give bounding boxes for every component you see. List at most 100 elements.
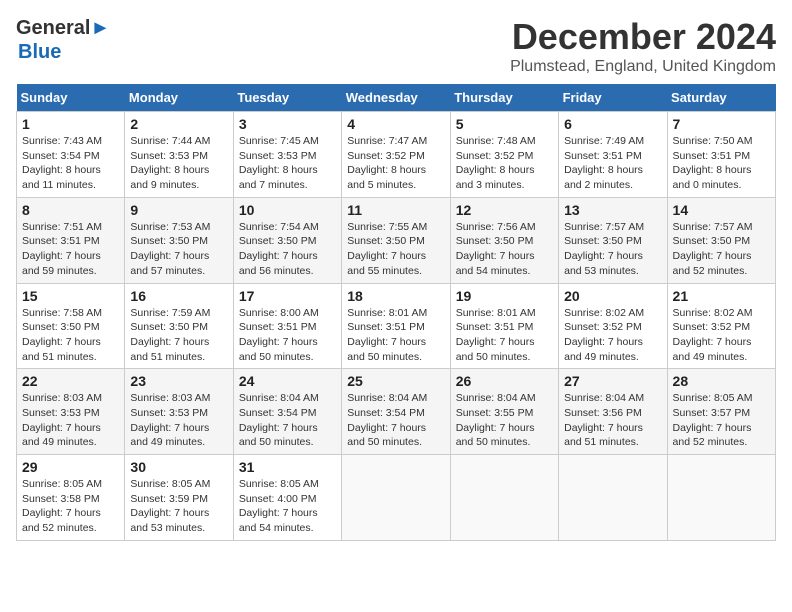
day-number: 16 (130, 288, 227, 304)
logo: General► Blue (16, 16, 110, 64)
table-row: 24 Sunrise: 8:04 AMSunset: 3:54 PMDayligh… (233, 369, 341, 455)
day-detail: Sunrise: 7:53 AMSunset: 3:50 PMDaylight:… (130, 220, 227, 279)
subtitle: Plumstead, England, United Kingdom (510, 58, 776, 76)
day-detail: Sunrise: 7:49 AMSunset: 3:51 PMDaylight:… (564, 134, 661, 193)
day-detail: Sunrise: 7:58 AMSunset: 3:50 PMDaylight:… (22, 306, 119, 365)
day-number: 25 (347, 373, 444, 389)
day-number: 5 (456, 116, 553, 132)
day-detail: Sunrise: 7:51 AMSunset: 3:51 PMDaylight:… (22, 220, 119, 279)
day-detail: Sunrise: 8:05 AMSunset: 3:58 PMDaylight:… (22, 477, 119, 536)
table-row: 26 Sunrise: 8:04 AMSunset: 3:55 PMDayligh… (450, 369, 558, 455)
day-detail: Sunrise: 8:05 AMSunset: 3:59 PMDaylight:… (130, 477, 227, 536)
day-number: 31 (239, 459, 336, 475)
table-row: 27 Sunrise: 8:04 AMSunset: 3:56 PMDayligh… (559, 369, 667, 455)
day-number: 23 (130, 373, 227, 389)
table-row: 9 Sunrise: 7:53 AMSunset: 3:50 PMDaylight… (125, 197, 233, 283)
day-detail: Sunrise: 8:03 AMSunset: 3:53 PMDaylight:… (22, 391, 119, 450)
table-row: 8 Sunrise: 7:51 AMSunset: 3:51 PMDaylight… (17, 197, 125, 283)
table-row: 11 Sunrise: 7:55 AMSunset: 3:50 PMDayligh… (342, 197, 450, 283)
day-detail: Sunrise: 7:57 AMSunset: 3:50 PMDaylight:… (564, 220, 661, 279)
day-detail: Sunrise: 8:03 AMSunset: 3:53 PMDaylight:… (130, 391, 227, 450)
calendar-header-row: Sunday Monday Tuesday Wednesday Thursday… (17, 84, 776, 112)
table-row: 17 Sunrise: 8:00 AMSunset: 3:51 PMDayligh… (233, 283, 341, 369)
table-row: 2 Sunrise: 7:44 AMSunset: 3:53 PMDaylight… (125, 112, 233, 198)
day-detail: Sunrise: 7:54 AMSunset: 3:50 PMDaylight:… (239, 220, 336, 279)
table-row: 1 Sunrise: 7:43 AMSunset: 3:54 PMDaylight… (17, 112, 125, 198)
day-number: 6 (564, 116, 661, 132)
day-number: 17 (239, 288, 336, 304)
day-number: 28 (673, 373, 770, 389)
table-row: 19Sunrise: 8:01 AMSunset: 3:51 PMDayligh… (450, 283, 558, 369)
day-number: 12 (456, 202, 553, 218)
col-saturday: Saturday (667, 84, 775, 112)
day-number: 30 (130, 459, 227, 475)
col-wednesday: Wednesday (342, 84, 450, 112)
day-number: 8 (22, 202, 119, 218)
day-detail: Sunrise: 7:50 AMSunset: 3:51 PMDaylight:… (673, 134, 770, 193)
table-row: 20 Sunrise: 8:02 AMSunset: 3:52 PMDayligh… (559, 283, 667, 369)
day-detail: Sunrise: 8:02 AMSunset: 3:52 PMDaylight:… (673, 306, 770, 365)
day-detail: Sunrise: 8:04 AMSunset: 3:54 PMDaylight:… (347, 391, 444, 450)
day-number: 13 (564, 202, 661, 218)
table-row: 7 Sunrise: 7:50 AMSunset: 3:51 PMDaylight… (667, 112, 775, 198)
day-detail: Sunrise: 8:01 AMSunset: 3:51 PMDaylight:… (347, 306, 444, 365)
main-title: December 2024 (510, 16, 776, 58)
day-number: 29 (22, 459, 119, 475)
table-row (559, 455, 667, 541)
col-friday: Friday (559, 84, 667, 112)
table-row: 13 Sunrise: 7:57 AMSunset: 3:50 PMDayligh… (559, 197, 667, 283)
day-number: 2 (130, 116, 227, 132)
table-row (450, 455, 558, 541)
day-detail: Sunrise: 7:44 AMSunset: 3:53 PMDaylight:… (130, 134, 227, 193)
table-row (342, 455, 450, 541)
logo-text: General► (16, 16, 110, 40)
day-number: 14 (673, 202, 770, 218)
calendar-week-row: 22 Sunrise: 8:03 AMSunset: 3:53 PMDayligh… (17, 369, 776, 455)
day-detail: Sunrise: 8:04 AMSunset: 3:55 PMDaylight:… (456, 391, 553, 450)
table-row: 23 Sunrise: 8:03 AMSunset: 3:53 PMDayligh… (125, 369, 233, 455)
table-row: 3Sunrise: 7:45 AMSunset: 3:53 PMDaylight… (233, 112, 341, 198)
calendar-week-row: 8 Sunrise: 7:51 AMSunset: 3:51 PMDaylight… (17, 197, 776, 283)
table-row: 31 Sunrise: 8:05 AMSunset: 4:00 PMDayligh… (233, 455, 341, 541)
day-number: 26 (456, 373, 553, 389)
col-thursday: Thursday (450, 84, 558, 112)
table-row: 21 Sunrise: 8:02 AMSunset: 3:52 PMDayligh… (667, 283, 775, 369)
table-row: 29 Sunrise: 8:05 AMSunset: 3:58 PMDayligh… (17, 455, 125, 541)
table-row: 10 Sunrise: 7:54 AMSunset: 3:50 PMDayligh… (233, 197, 341, 283)
day-detail: Sunrise: 7:47 AMSunset: 3:52 PMDaylight:… (347, 134, 444, 193)
day-number: 21 (673, 288, 770, 304)
table-row: 18 Sunrise: 8:01 AMSunset: 3:51 PMDayligh… (342, 283, 450, 369)
day-detail: Sunrise: 8:05 AMSunset: 3:57 PMDaylight:… (673, 391, 770, 450)
day-detail: Sunrise: 7:55 AMSunset: 3:50 PMDaylight:… (347, 220, 444, 279)
day-detail: Sunrise: 8:04 AMSunset: 3:54 PMDaylight:… (239, 391, 336, 450)
table-row: 14 Sunrise: 7:57 AMSunset: 3:50 PMDayligh… (667, 197, 775, 283)
table-row: 5Sunrise: 7:48 AMSunset: 3:52 PMDaylight… (450, 112, 558, 198)
day-detail: Sunrise: 8:00 AMSunset: 3:51 PMDaylight:… (239, 306, 336, 365)
calendar-week-row: 29 Sunrise: 8:05 AMSunset: 3:58 PMDayligh… (17, 455, 776, 541)
day-number: 18 (347, 288, 444, 304)
day-number: 22 (22, 373, 119, 389)
calendar-week-row: 15 Sunrise: 7:58 AMSunset: 3:50 PMDayligh… (17, 283, 776, 369)
day-detail: Sunrise: 8:04 AMSunset: 3:56 PMDaylight:… (564, 391, 661, 450)
day-detail: Sunrise: 7:43 AMSunset: 3:54 PMDaylight:… (22, 134, 119, 193)
col-monday: Monday (125, 84, 233, 112)
day-detail: Sunrise: 8:05 AMSunset: 4:00 PMDaylight:… (239, 477, 336, 536)
day-number: 1 (22, 116, 119, 132)
day-number: 15 (22, 288, 119, 304)
day-number: 19 (456, 288, 553, 304)
calendar-table: Sunday Monday Tuesday Wednesday Thursday… (16, 84, 776, 541)
day-detail: Sunrise: 7:57 AMSunset: 3:50 PMDaylight:… (673, 220, 770, 279)
col-sunday: Sunday (17, 84, 125, 112)
day-detail: Sunrise: 8:02 AMSunset: 3:52 PMDaylight:… (564, 306, 661, 365)
day-number: 27 (564, 373, 661, 389)
day-detail: Sunrise: 7:45 AMSunset: 3:53 PMDaylight:… (239, 134, 336, 193)
day-detail: Sunrise: 7:56 AMSunset: 3:50 PMDaylight:… (456, 220, 553, 279)
table-row: 15 Sunrise: 7:58 AMSunset: 3:50 PMDayligh… (17, 283, 125, 369)
day-number: 7 (673, 116, 770, 132)
day-number: 10 (239, 202, 336, 218)
day-number: 9 (130, 202, 227, 218)
day-number: 24 (239, 373, 336, 389)
table-row: 25 Sunrise: 8:04 AMSunset: 3:54 PMDayligh… (342, 369, 450, 455)
day-number: 11 (347, 202, 444, 218)
day-number: 20 (564, 288, 661, 304)
